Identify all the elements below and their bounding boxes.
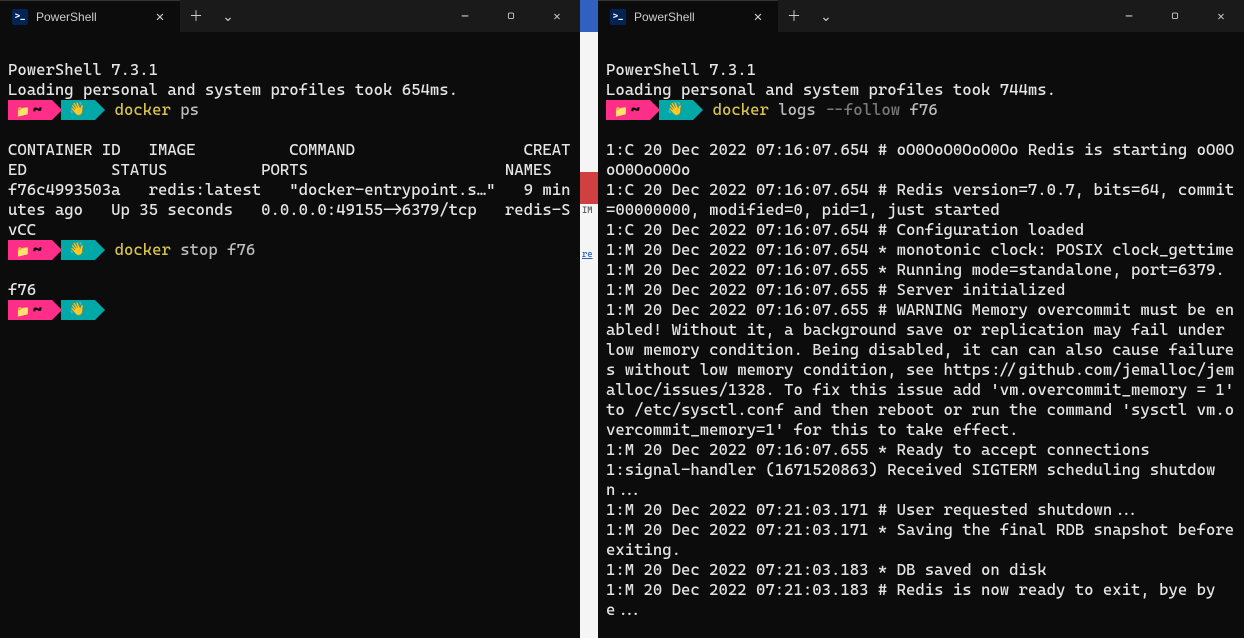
wave-icon: 👋	[69, 242, 85, 258]
ps-version-line: PowerShell 7.3.1	[606, 60, 756, 79]
log-line: 1:M 20 Dec 2022 07:21:03.171 * Saving th…	[606, 520, 1244, 559]
maximize-button[interactable]: ▢	[488, 0, 534, 32]
prompt-arrow-icon	[95, 240, 105, 260]
tab-title: PowerShell	[634, 10, 742, 24]
new-tab-button[interactable]: ＋	[778, 0, 810, 32]
tab-close-button[interactable]: ✕	[750, 9, 766, 25]
minimize-button[interactable]: —	[1106, 0, 1152, 32]
terminal-window-left: >_ PowerShell ✕ ＋ ⌄ — ▢ ✕ PowerShell 7.3…	[0, 0, 580, 638]
gap-mid: IM re	[580, 32, 598, 638]
tab-actions: ＋ ⌄	[778, 0, 842, 32]
folder-icon	[16, 300, 33, 320]
docker-ps-header: CONTAINER ID IMAGE COMMAND CREATED STATU…	[8, 140, 571, 179]
folder-icon	[614, 100, 631, 120]
window-controls: — ▢ ✕	[1106, 0, 1244, 32]
prompt-path: ~	[631, 100, 640, 120]
tab-dropdown-button[interactable]: ⌄	[212, 0, 244, 32]
log-line: 1:M 20 Dec 2022 07:16:07.655 # WARNING M…	[606, 300, 1244, 439]
wave-icon: 👋	[667, 102, 683, 118]
ps-version-line: PowerShell 7.3.1	[8, 60, 158, 79]
terminal-window-right: >_ PowerShell ✕ ＋ ⌄ — ▢ ✕ PowerShell 7.3…	[598, 0, 1244, 638]
powershell-icon: >_	[610, 9, 626, 25]
log-line: 1:signal-handler (1671520863) Received S…	[606, 460, 1215, 499]
prompt-arrow-icon	[52, 300, 62, 320]
prompt-folder-segment: ~	[8, 300, 52, 320]
minimize-button[interactable]: —	[442, 0, 488, 32]
background-gap: IM re	[580, 0, 598, 638]
wave-icon: 👋	[69, 302, 85, 318]
profile-load-line: Loading personal and system profiles too…	[8, 80, 458, 99]
log-line: 1:M 20 Dec 2022 07:21:03.183 * DB saved …	[606, 560, 1047, 579]
docker-ps-row: f76c4993503a redis:latest "docker-entryp…	[8, 180, 571, 239]
log-line: 1:C 20 Dec 2022 07:16:07.654 # Configura…	[606, 220, 1084, 239]
new-tab-button[interactable]: ＋	[180, 0, 212, 32]
window-controls: — ▢ ✕	[442, 0, 580, 32]
powershell-icon: >_	[12, 9, 28, 25]
command-text: docker stop f76	[105, 240, 255, 260]
prompt-arrow-icon	[95, 100, 105, 120]
tab-dropdown-button[interactable]: ⌄	[810, 0, 842, 32]
close-window-button[interactable]: ✕	[534, 0, 580, 32]
prompt-path: ~	[33, 240, 42, 260]
prompt-line-1: ~ 👋 docker logs --follow f76	[606, 100, 1236, 120]
profile-load-line: Loading personal and system profiles too…	[606, 80, 1056, 99]
prompt-path: ~	[33, 100, 42, 120]
prompt-arrow-icon	[693, 100, 703, 120]
prompt-status-segment: 👋	[659, 100, 693, 120]
prompt-folder-segment: ~	[606, 100, 650, 120]
terminal-content[interactable]: PowerShell 7.3.1 Loading personal and sy…	[598, 32, 1244, 638]
log-line: 1:M 20 Dec 2022 07:16:07.655 * Ready to …	[606, 440, 1150, 459]
log-line: 1:M 20 Dec 2022 07:16:07.655 * Running m…	[606, 260, 1225, 279]
log-line: 1:M 20 Dec 2022 07:16:07.654 * monotonic…	[606, 240, 1234, 259]
tab-title: PowerShell	[36, 10, 144, 24]
prompt-status-segment: 👋	[61, 300, 95, 320]
terminal-content[interactable]: PowerShell 7.3.1 Loading personal and sy…	[0, 32, 580, 638]
prompt-line-3: ~👋	[8, 300, 572, 320]
gap-blue	[580, 0, 598, 32]
tab-powershell[interactable]: >_ PowerShell ✕	[598, 0, 778, 32]
prompt-path: ~	[33, 300, 42, 320]
tab-powershell[interactable]: >_ PowerShell ✕	[0, 0, 180, 32]
command-text: docker ps	[105, 100, 199, 120]
prompt-line-2: ~ 👋 docker stop f76	[8, 240, 572, 260]
prompt-arrow-icon	[52, 100, 62, 120]
prompt-status-segment: 👋	[61, 100, 95, 120]
titlebar-drag-area[interactable]	[244, 0, 442, 32]
log-line: 1:M 20 Dec 2022 07:21:03.171 # User requ…	[606, 500, 1140, 519]
prompt-arrow-icon	[95, 300, 105, 320]
command-text: docker logs --follow f76	[703, 100, 937, 120]
folder-icon	[16, 240, 33, 260]
close-window-button[interactable]: ✕	[1198, 0, 1244, 32]
prompt-status-segment: 👋	[61, 240, 95, 260]
gap-text-im: IM	[580, 204, 598, 218]
wave-icon: 👋	[69, 102, 85, 118]
docker-stop-output: f76	[8, 280, 36, 299]
prompt-folder-segment: ~	[8, 100, 52, 120]
log-line: 1:M 20 Dec 2022 07:16:07.655 # Server in…	[606, 280, 1065, 299]
folder-icon	[16, 100, 33, 120]
prompt-folder-segment: ~	[8, 240, 52, 260]
tab-close-button[interactable]: ✕	[152, 9, 168, 25]
gap-text-re: re	[580, 248, 598, 262]
maximize-button[interactable]: ▢	[1152, 0, 1198, 32]
log-line: 1:C 20 Dec 2022 07:16:07.654 # oO0OoO0Oo…	[606, 140, 1234, 179]
log-line: 1:C 20 Dec 2022 07:16:07.654 # Redis ver…	[606, 180, 1234, 219]
prompt-line-1: ~ 👋 docker ps	[8, 100, 572, 120]
log-line: 1:M 20 Dec 2022 07:21:03.183 # Redis is …	[606, 580, 1215, 619]
prompt-arrow-icon	[52, 240, 62, 260]
gap-red	[580, 172, 598, 204]
titlebar[interactable]: >_ PowerShell ✕ ＋ ⌄ — ▢ ✕	[0, 0, 580, 32]
prompt-arrow-icon	[650, 100, 660, 120]
titlebar-drag-area[interactable]	[842, 0, 1106, 32]
titlebar[interactable]: >_ PowerShell ✕ ＋ ⌄ — ▢ ✕	[598, 0, 1244, 32]
tab-actions: ＋ ⌄	[180, 0, 244, 32]
